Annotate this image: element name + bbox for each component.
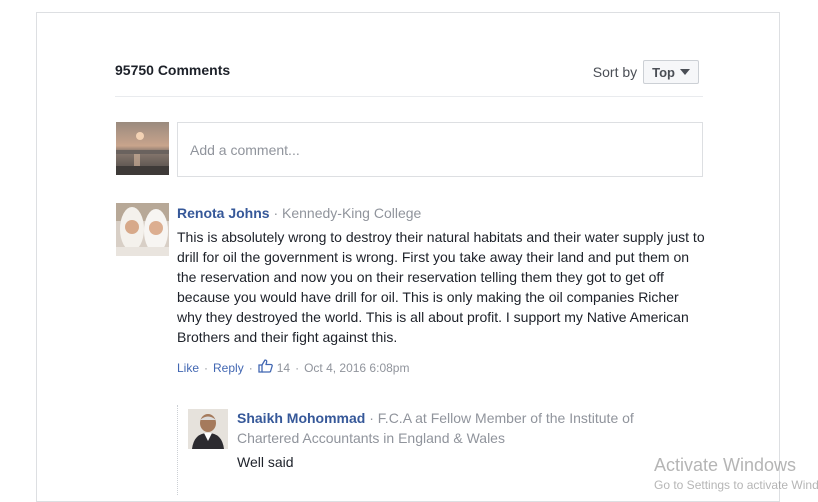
comment-author-meta: · Kennedy-King College [269, 205, 422, 221]
reply-author-name[interactable]: Shaikh Mohommad [237, 410, 365, 426]
comment-timestamp[interactable]: Oct 4, 2016 6:08pm [304, 360, 409, 376]
sort-control: Sort by Top [593, 60, 699, 84]
comment-body: Renota Johns · Kennedy-King College This… [177, 203, 707, 377]
reply-button[interactable]: Reply [213, 360, 244, 376]
caret-down-icon [680, 69, 690, 75]
composer-avatar [116, 122, 169, 175]
activate-windows-title: Activate Windows [654, 455, 797, 475]
comment-count: 95750 Comments [115, 62, 231, 78]
reply-author-line: Shaikh Mohommad · F.C.A at Fellow Member… [237, 408, 697, 448]
thumbs-up-icon [258, 359, 273, 377]
comment-text: This is absolutely wrong to destroy thei… [177, 229, 705, 345]
comment-author-name[interactable]: Renota Johns [177, 205, 270, 221]
reply-thread: Shaikh Mohommad · F.C.A at Fellow Member… [177, 405, 708, 495]
comments-header: 95750 Comments Sort by Top [115, 58, 703, 97]
reply-text: Well said [237, 454, 294, 470]
like-count: 14 [276, 361, 291, 375]
reply-author-avatar[interactable] [188, 409, 228, 449]
activate-windows-subtitle: Go to Settings to activate Windows. [654, 478, 818, 492]
reply-body: Shaikh Mohommad · F.C.A at Fellow Member… [237, 408, 697, 472]
commenter-avatar[interactable] [116, 203, 169, 256]
comment-input[interactable] [177, 122, 703, 177]
comment-actions: Like · Reply · 14 · Oct 4, 2016 6:08pm [177, 359, 410, 377]
comment-author-line: Renota Johns · Kennedy-King College [177, 203, 707, 223]
sort-label: Sort by [592, 64, 638, 80]
sort-dropdown[interactable]: Top [643, 60, 699, 84]
like-button[interactable]: Like [177, 360, 199, 376]
sort-value: Top [652, 64, 675, 80]
